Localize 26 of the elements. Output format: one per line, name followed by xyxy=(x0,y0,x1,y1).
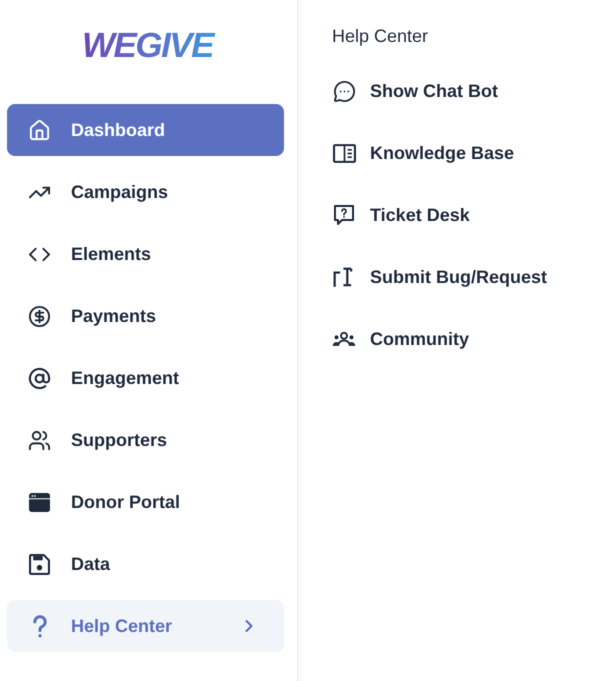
users-icon xyxy=(28,428,51,452)
nav-item[interactable]: Donor Portal xyxy=(7,476,284,528)
menu-link[interactable]: Submit Bug/Request xyxy=(332,251,556,303)
book-icon xyxy=(332,144,356,162)
nav-item[interactable]: Elements xyxy=(7,228,284,280)
text-cursor-icon xyxy=(333,266,355,288)
dollar-circle-icon xyxy=(28,304,51,328)
nav-item[interactable]: Engagement xyxy=(7,352,284,404)
panel-heading: Help Center xyxy=(332,25,428,48)
menu-link[interactable]: Ticket Desk xyxy=(332,189,478,241)
nav-item[interactable]: Campaigns xyxy=(7,166,284,218)
question-bubble-icon xyxy=(333,204,355,226)
browser-window-icon xyxy=(29,492,50,512)
nav-item[interactable]: Help Center xyxy=(7,600,284,652)
menu-link[interactable]: Knowledge Base xyxy=(332,127,522,179)
menu-link[interactable]: Show Chat Bot xyxy=(332,65,506,117)
nav-item[interactable]: Payments xyxy=(7,290,284,342)
menu-link[interactable]: Community xyxy=(332,313,477,365)
home-icon xyxy=(28,118,51,142)
nav-item[interactable]: Dashboard xyxy=(7,104,284,156)
help-icon xyxy=(32,614,46,638)
at-sign-icon xyxy=(28,366,51,390)
group-icon xyxy=(332,332,356,346)
nav-item[interactable]: Supporters xyxy=(7,414,284,466)
chat-bubble-icon xyxy=(332,80,356,102)
nav-item[interactable]: Data xyxy=(7,538,284,590)
